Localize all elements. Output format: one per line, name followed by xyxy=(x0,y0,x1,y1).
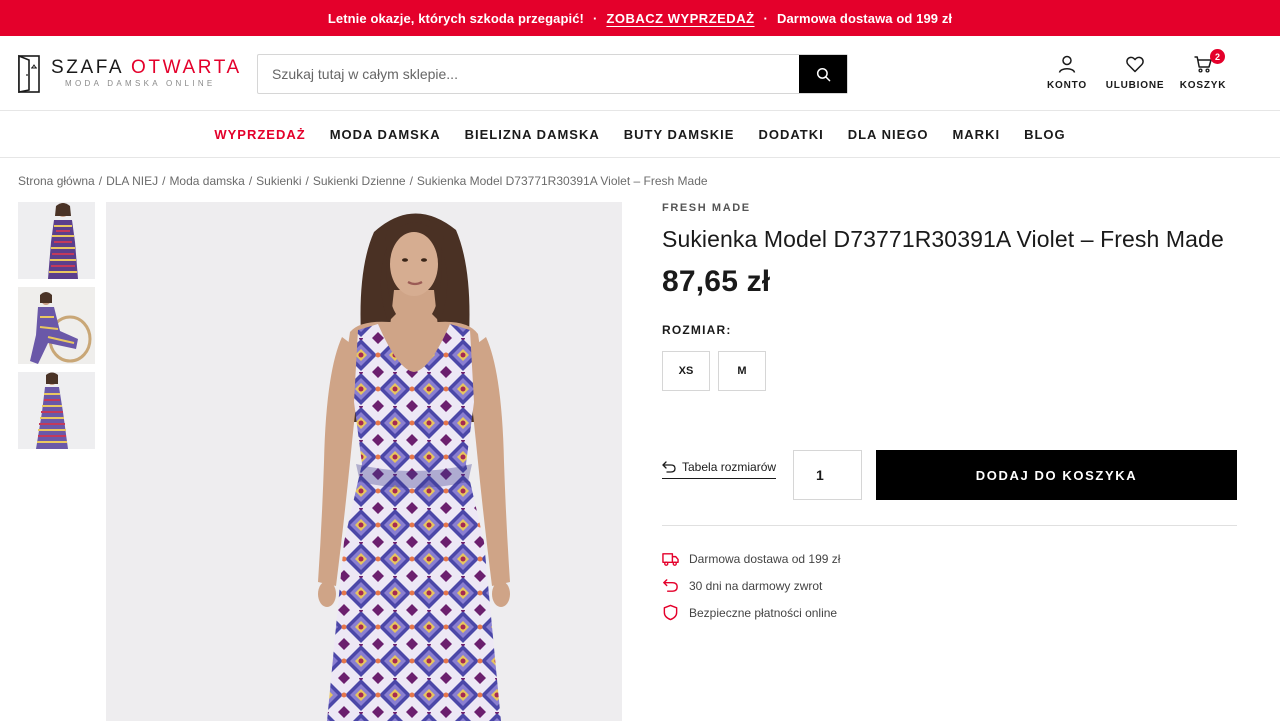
product-thumbnails xyxy=(18,202,95,457)
breadcrumb-for-her[interactable]: DLA NIEJ xyxy=(106,174,158,188)
feature-text: 30 dni na darmowy zwrot xyxy=(689,578,823,593)
size-option-m[interactable]: M xyxy=(718,351,766,391)
wishlist-link[interactable]: ULUBIONE xyxy=(1101,54,1169,91)
nav-item-blog[interactable]: BLOG xyxy=(1024,127,1066,142)
logo-text-szafa: SZAFA xyxy=(51,57,124,78)
breadcrumb-day-dresses[interactable]: Sukienki Dzienne xyxy=(313,174,406,188)
shield-icon xyxy=(663,604,678,621)
search-bar xyxy=(257,54,848,94)
main-nav: WYPRZEDAŻ MODA DAMSKA BIELIZNA DAMSKA BU… xyxy=(0,111,1280,158)
product-title: Sukienka Model D73771R30391A Violet – Fr… xyxy=(662,226,1224,252)
product-photo-thumbnail xyxy=(18,287,95,364)
promo-separator: · xyxy=(592,10,598,26)
promo-sale-link[interactable]: ZOBACZ WYPRZEDAŻ xyxy=(606,11,754,26)
promo-shipping-text: Darmowa dostawa od 199 zł xyxy=(776,10,953,26)
product-photo-thumbnail xyxy=(18,202,95,279)
return-arrow-icon xyxy=(662,461,676,473)
user-icon xyxy=(1058,55,1076,73)
promo-text: Letnie okazje, których szkoda przegapić! xyxy=(327,10,584,26)
return-icon xyxy=(663,579,678,592)
nav-item-women-fashion[interactable]: MODA DAMSKA xyxy=(330,127,441,142)
site-header: SZAFA OTWARTA MODA DAMSKA ONLINE KONTO xyxy=(0,36,1280,111)
feature-free-shipping: Darmowa dostawa od 199 zł xyxy=(662,545,840,572)
breadcrumb-separator: / xyxy=(248,174,253,188)
size-table-link[interactable]: Tabela rozmiarów xyxy=(662,460,777,479)
breadcrumb-home[interactable]: Strona główna xyxy=(18,174,95,188)
breadcrumb-separator: / xyxy=(409,174,413,188)
cart-link[interactable]: 2 KOSZYK xyxy=(1169,49,1237,91)
nav-item-lingerie[interactable]: BIELIZNA DAMSKA xyxy=(465,127,600,142)
account-link[interactable]: KONTO xyxy=(1033,54,1101,91)
size-table-label: Tabela rozmiarów xyxy=(682,460,777,474)
heart-icon xyxy=(1126,56,1144,73)
nav-item-accessories[interactable]: DODATKI xyxy=(758,127,823,142)
product-photo xyxy=(106,202,622,721)
breadcrumb-separator: / xyxy=(305,174,309,188)
product-thumbnail[interactable] xyxy=(18,287,95,364)
cart-count-badge: 2 xyxy=(1210,49,1225,64)
search-input[interactable] xyxy=(258,55,799,93)
feature-text: Darmowa dostawa od 199 zł xyxy=(689,551,841,566)
add-to-cart-button[interactable]: DODAJ DO KOSZYKA xyxy=(876,450,1237,500)
divider xyxy=(662,525,1237,526)
product-brand[interactable]: FRESH MADE xyxy=(662,202,1237,214)
feature-text: Bezpieczne płatności online xyxy=(689,605,838,620)
feature-free-returns: 30 dni na darmowy zwrot xyxy=(662,572,840,599)
search-icon xyxy=(816,67,830,81)
product-thumbnail[interactable] xyxy=(18,202,95,279)
breadcrumb: Strona główna / DLA NIEJ / Moda damska / Sukie… xyxy=(18,174,708,188)
feature-secure-payment: Bezpieczne płatności online xyxy=(662,599,840,626)
account-label: KONTO xyxy=(1047,80,1087,91)
nav-item-brands[interactable]: MARKI xyxy=(952,127,1000,142)
product-price: 87,65 zł xyxy=(662,265,771,298)
size-label: ROZMIAR: xyxy=(662,323,732,337)
promo-bar: Letnie okazje, których szkoda przegapić!… xyxy=(0,0,1280,36)
wishlist-label: ULUBIONE xyxy=(1105,80,1165,91)
nav-item-sale[interactable]: WYPRZEDAŻ xyxy=(214,127,305,142)
product-main-image[interactable] xyxy=(106,202,622,721)
breadcrumb-separator: / xyxy=(162,174,166,188)
truck-icon xyxy=(662,553,679,566)
nav-item-shoes[interactable]: BUTY DAMSKIE xyxy=(624,127,735,142)
size-options: XS M xyxy=(662,351,1237,391)
breadcrumb-dresses[interactable]: Sukienki xyxy=(256,174,301,188)
product-features: Darmowa dostawa od 199 zł 30 dni na darm… xyxy=(662,545,840,626)
add-to-cart-row: Tabela rozmiarów 1 DODAJ DO KOSZYKA xyxy=(662,450,1237,500)
breadcrumb-separator: / xyxy=(98,174,103,188)
logo[interactable]: SZAFA OTWARTA MODA DAMSKA ONLINE xyxy=(17,53,242,95)
product-info: FRESH MADE Sukienka Model D73771R30391A … xyxy=(662,202,1237,621)
nav-item-for-him[interactable]: DLA NIEGO xyxy=(848,127,929,142)
product-thumbnail[interactable] xyxy=(18,372,95,449)
breadcrumb-current: Sukienka Model D73771R30391A Violet – Fr… xyxy=(416,174,708,188)
promo-separator: · xyxy=(763,10,768,26)
search-button[interactable] xyxy=(799,55,847,93)
cart-label: KOSZYK xyxy=(1179,80,1227,91)
wardrobe-door-icon xyxy=(18,54,40,93)
quantity-input[interactable]: 1 xyxy=(793,450,862,500)
logo-text-otwarta: OTWARTA xyxy=(131,57,242,78)
logo-tagline: MODA DAMSKA ONLINE xyxy=(65,79,216,88)
size-option-xs[interactable]: XS xyxy=(662,351,710,391)
breadcrumb-women-fashion[interactable]: Moda damska xyxy=(169,174,244,188)
product-photo-thumbnail xyxy=(18,372,95,449)
